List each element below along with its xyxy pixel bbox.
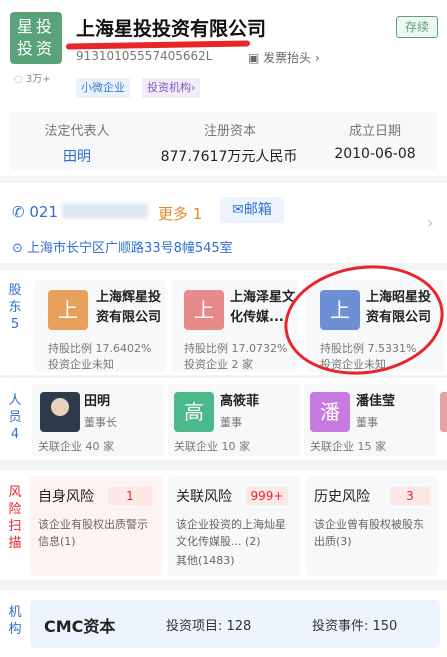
legal-rep-header: 法定代表人 bbox=[44, 124, 110, 139]
fans-count: ◌ 3万+ bbox=[14, 70, 51, 85]
avatar: 潘 bbox=[310, 392, 350, 432]
risk-label[interactable]: 风险扫描 bbox=[5, 484, 25, 552]
institution-projects: 投资项目: 128 bbox=[166, 619, 252, 634]
institution-name: CMC资本 bbox=[44, 617, 116, 636]
shareholders-label[interactable]: 股东5 bbox=[5, 282, 25, 333]
person-name: 潘佳莹 bbox=[356, 394, 396, 409]
capital-header: 注册资本 bbox=[203, 124, 256, 139]
invoice-label: 发票抬头 bbox=[263, 51, 312, 65]
phone-icon: ✆ bbox=[12, 203, 25, 221]
invoice-icon: ▣ bbox=[248, 51, 260, 65]
address-link[interactable]: ⊙ 上海市长宁区广顺路33号8幢545室 bbox=[12, 237, 233, 256]
person-card-1[interactable]: 田明 董事长 关联企业 40 家 bbox=[32, 384, 164, 456]
location-pin-icon: ⊙ bbox=[12, 241, 23, 256]
institution-section: 机构 CMC资本 投资项目: 128 投资事件: 150 bbox=[0, 590, 447, 657]
shareholder-card-2[interactable]: 上 上海泽星文化传媒... 持股比例 17.0732% 投资企业 2 家 bbox=[172, 280, 298, 372]
risk-badge: 3 bbox=[390, 487, 430, 505]
legal-rep-value[interactable]: 田明 bbox=[22, 146, 132, 166]
email-label: 邮箱 bbox=[243, 202, 272, 218]
personnel-label[interactable]: 人员4 bbox=[5, 392, 25, 443]
personnel-count: 4 bbox=[10, 427, 20, 442]
phone-link[interactable]: ✆ 021 bbox=[12, 203, 58, 221]
person-role: 董事 bbox=[220, 416, 242, 429]
mail-icon: ✉ bbox=[232, 202, 244, 218]
risk-desc: 该企业投资的上海灿星文化传媒股... (2) bbox=[176, 518, 286, 548]
person-name: 高筱菲 bbox=[220, 394, 260, 409]
risk-badge: 999+ bbox=[246, 487, 288, 505]
person-related: 关联企业 15 家 bbox=[310, 440, 386, 453]
shareholder-avatar: 上 bbox=[48, 290, 88, 330]
fans-value: 3万+ bbox=[25, 74, 51, 85]
shareholder-ratio: 持股比例 17.0732% bbox=[184, 342, 288, 355]
person-role: 董事 bbox=[356, 416, 378, 429]
shareholder-card-1[interactable]: 上 上海辉星投资有限公司 持股比例 17.6402% 投资企业未知 bbox=[34, 280, 166, 372]
tag-small-enterprise[interactable]: 小微企业 bbox=[76, 78, 130, 98]
institution-card[interactable]: CMC资本 投资项目: 128 投资事件: 150 bbox=[30, 600, 440, 648]
risk-title: 自身风险 bbox=[38, 489, 94, 505]
founded-header: 成立日期 bbox=[348, 124, 401, 139]
company-header: 星投 投资 ◌ 3万+ 上海星投投资有限公司 存续 91310105557405… bbox=[0, 0, 447, 176]
company-name: 上海星投投资有限公司 bbox=[76, 18, 267, 40]
eye-icon: ◌ bbox=[14, 74, 23, 85]
risk-card-self[interactable]: 自身风险 1 该企业有股权出质警示信息(1) bbox=[30, 476, 162, 576]
risk-section: 风险扫描 自身风险 1 该企业有股权出质警示信息(1) 关联风险 999+ 该企… bbox=[0, 470, 447, 580]
info-bar: 法定代表人 注册资本 成立日期 田明 877.7617万元人民币 2010-06… bbox=[10, 112, 437, 170]
email-button[interactable]: ✉邮箱 bbox=[220, 197, 284, 223]
shareholder-name: 上海辉星投资有限公司 bbox=[96, 290, 162, 325]
avatar bbox=[40, 392, 80, 432]
risk-title: 历史风险 bbox=[314, 489, 370, 505]
risk-desc: 该企业曾有股权被股东出质(3) bbox=[314, 518, 424, 548]
shareholder-avatar: 上 bbox=[184, 290, 224, 330]
invoice-link[interactable]: ▣ 发票抬头 › bbox=[248, 49, 320, 66]
person-photo-icon bbox=[51, 398, 69, 416]
phone-blurred bbox=[62, 203, 148, 219]
person-related: 关联企业 10 家 bbox=[174, 440, 250, 453]
person-related: 关联企业 40 家 bbox=[38, 440, 114, 453]
company-logo: 星投 投资 bbox=[10, 12, 62, 64]
risk-title: 关联风险 bbox=[176, 489, 232, 505]
founded-value: 2010-06-08 bbox=[334, 146, 416, 162]
chevron-right-icon[interactable]: › bbox=[427, 213, 433, 232]
status-badge: 存续 bbox=[396, 16, 438, 38]
risk-extra: 其他(1483) bbox=[176, 554, 235, 567]
tag-investment-institution[interactable]: 投资机构› bbox=[142, 78, 201, 98]
person-card-3[interactable]: 潘 潘佳莹 董事 关联企业 15 家 bbox=[304, 384, 436, 456]
shareholder-sub: 投资企业未知 bbox=[48, 358, 114, 371]
shareholder-ratio: 持股比例 17.6402% bbox=[48, 342, 152, 355]
shareholder-sub: 投资企业 2 家 bbox=[184, 358, 253, 371]
person-role: 董事长 bbox=[84, 416, 117, 429]
contact-section: ✆ 021 更多 1 ✉邮箱 ⊙ 上海市长宁区广顺路33号8幢545室 › bbox=[0, 183, 447, 263]
risk-badge: 1 bbox=[108, 487, 152, 505]
address-text: 上海市长宁区广顺路33号8幢545室 bbox=[27, 241, 233, 256]
institution-events: 投资事件: 150 bbox=[312, 619, 398, 634]
logo-line-1: 星投 bbox=[16, 17, 55, 36]
capital-value: 877.7617万元人民币 bbox=[160, 149, 298, 165]
more-phones-button[interactable]: 更多 1 bbox=[158, 203, 202, 224]
risk-card-history[interactable]: 历史风险 3 该企业曾有股权被股东出质(3) bbox=[306, 476, 438, 576]
institution-label[interactable]: 机构 bbox=[5, 604, 25, 638]
personnel-section: 人员4 田明 董事长 关联企业 40 家 高 高筱菲 董事 关联企业 10 家 … bbox=[0, 378, 447, 460]
risk-card-related[interactable]: 关联风险 999+ 该企业投资的上海灿星文化传媒股... (2) 其他(1483… bbox=[168, 476, 300, 576]
next-person-card-peek bbox=[440, 392, 447, 432]
avatar: 高 bbox=[174, 392, 214, 432]
shareholders-count: 5 bbox=[10, 317, 20, 332]
logo-line-2: 投资 bbox=[16, 39, 55, 58]
phone-prefix: 021 bbox=[29, 203, 58, 221]
risk-desc: 该企业有股权出质警示信息(1) bbox=[38, 518, 148, 548]
person-card-2[interactable]: 高 高筱菲 董事 关联企业 10 家 bbox=[168, 384, 300, 456]
person-name: 田明 bbox=[84, 394, 111, 409]
tag-label: 投资机构 bbox=[147, 81, 191, 94]
credit-code: 91310105557405662L bbox=[76, 49, 213, 63]
